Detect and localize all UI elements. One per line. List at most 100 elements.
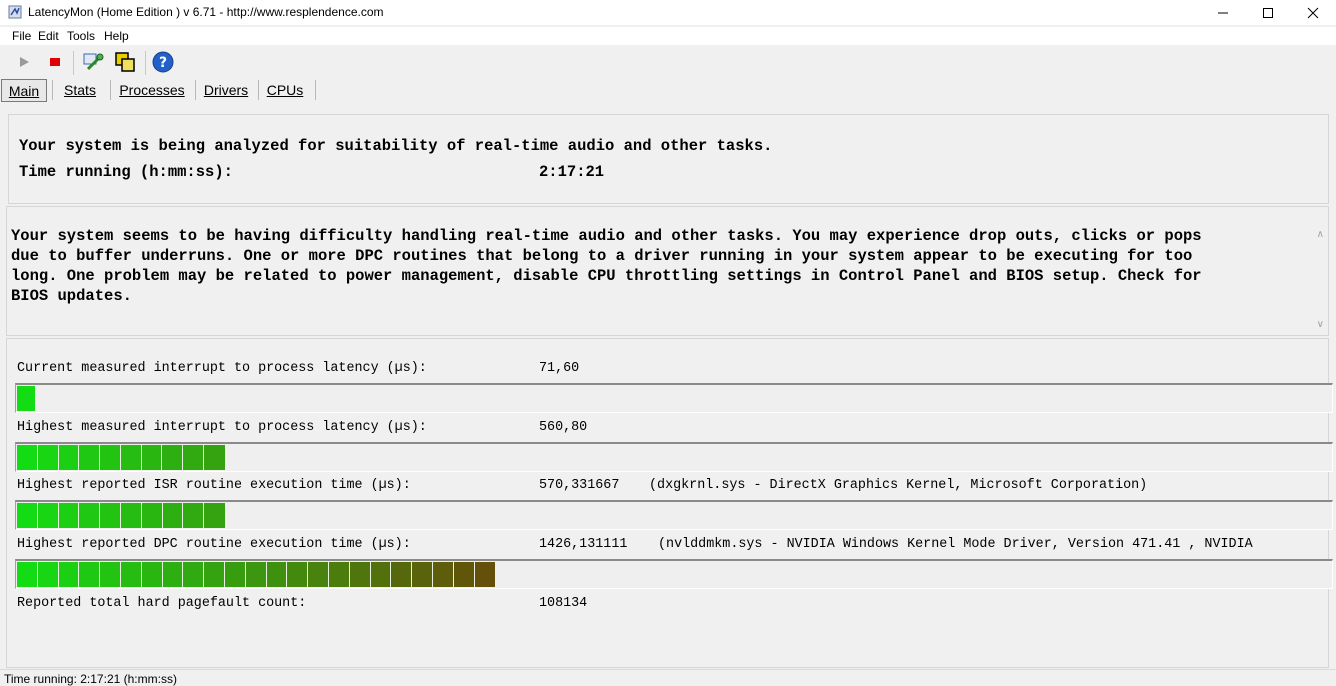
bar-segment — [120, 445, 142, 470]
menu-edit[interactable]: Edit — [38, 29, 59, 43]
window-title: LatencyMon (Home Edition ) v 6.71 - http… — [28, 5, 384, 19]
isr-time-bar — [15, 500, 1333, 530]
bar-segment — [432, 562, 454, 587]
tab-main[interactable]: Main — [1, 79, 47, 102]
bar-segment — [58, 445, 80, 470]
verdict-line-2: due to buffer underruns. One or more DPC… — [11, 247, 1193, 265]
verdict-line-1: Your system seems to be having difficult… — [11, 227, 1202, 245]
verdict-panel: Your system seems to be having difficult… — [6, 206, 1329, 336]
bar-segment — [204, 503, 225, 528]
bar-segment — [100, 503, 121, 528]
start-button[interactable] — [13, 51, 35, 73]
dpc-time-value: 1426,131111 — [539, 537, 628, 552]
dpc-time-bar — [15, 559, 1333, 589]
bar-segment — [120, 503, 142, 528]
bar-segment — [141, 445, 163, 470]
close-icon — [1307, 7, 1319, 18]
current-latency-label: Current measured interrupt to process la… — [17, 361, 427, 376]
close-button[interactable] — [1290, 0, 1336, 25]
bar-segment — [266, 562, 288, 587]
analysis-message: Your system is being analyzed for suitab… — [19, 137, 773, 155]
stop-icon — [50, 58, 60, 66]
bar-segment — [183, 445, 204, 470]
tab-stats[interactable]: Stats — [58, 79, 102, 100]
bar-segment — [203, 445, 225, 470]
bar-segment — [100, 445, 121, 470]
metrics-panel: Current measured interrupt to process la… — [6, 338, 1333, 668]
bar-segment — [58, 562, 80, 587]
bar-segment — [17, 445, 38, 470]
dpc-time-label: Highest reported DPC routine execution t… — [17, 537, 411, 552]
bar-segment — [17, 386, 36, 411]
stop-button[interactable] — [44, 51, 66, 73]
isr-time-label: Highest reported ISR routine execution t… — [17, 478, 411, 493]
bar-segment — [37, 445, 59, 470]
bar-segment — [453, 562, 475, 587]
bar-segment — [79, 503, 101, 528]
scroll-up-icon[interactable]: ∧ — [1317, 229, 1324, 240]
highest-latency-label: Highest measured interrupt to process la… — [17, 420, 427, 435]
status-bar: Time running: 2:17:21 (h:mm:ss) — [0, 669, 1336, 686]
isr-time-value: 570,331667 — [539, 478, 620, 493]
bar-segment — [391, 562, 413, 587]
bar-segment — [287, 562, 309, 587]
bar-segment — [162, 503, 184, 528]
bar-segment — [328, 562, 350, 587]
analysis-panel: Your system is being analyzed for suitab… — [8, 114, 1329, 204]
bar-segment — [245, 562, 267, 587]
pagefault-label: Reported total hard pagefault count: — [17, 596, 307, 611]
highest-latency-bar — [15, 442, 1333, 472]
tab-processes-label: Processes — [119, 81, 185, 98]
current-latency-bar-fill — [17, 386, 36, 411]
isr-time-bar-fill — [17, 503, 235, 528]
bar-segment — [100, 562, 121, 587]
status-text: Time running: 2:17:21 (h:mm:ss) — [4, 672, 177, 686]
tab-cpus[interactable]: CPUs — [264, 79, 306, 100]
verdict-line-4: BIOS updates. — [11, 287, 132, 305]
title-bar: LatencyMon (Home Edition ) v 6.71 - http… — [0, 0, 1336, 25]
time-running-value: 2:17:21 — [539, 163, 605, 181]
help-button[interactable]: ? — [152, 51, 174, 73]
bar-segment — [37, 562, 59, 587]
bar-segment — [349, 562, 371, 587]
bar-segment — [17, 503, 38, 528]
menu-tools[interactable]: Tools — [67, 29, 95, 43]
toolbar: ? — [0, 47, 1336, 77]
tab-cpus-label: CPUs — [266, 81, 304, 98]
bar-segment — [224, 562, 246, 587]
highest-latency-value: 560,80 — [539, 420, 588, 435]
menu-file[interactable]: File — [12, 29, 31, 43]
maximize-button[interactable] — [1245, 0, 1291, 25]
cpu-button[interactable] — [114, 51, 136, 73]
time-running-label: Time running (h:mm:ss): — [19, 163, 233, 181]
driver-tool-button[interactable] — [82, 51, 104, 73]
minimize-button[interactable] — [1200, 0, 1246, 25]
bar-segment — [183, 503, 205, 528]
bar-segment — [141, 562, 163, 587]
bar-segment — [162, 562, 184, 587]
bar-segment — [474, 562, 496, 587]
driver-tool-icon — [83, 53, 104, 71]
highest-latency-bar-fill — [17, 445, 225, 470]
bar-segment — [141, 503, 163, 528]
bar-segment — [17, 562, 38, 587]
bar-segment — [183, 562, 205, 587]
bar-segment — [412, 562, 433, 587]
bar-segment — [79, 562, 101, 587]
tab-stats-label: Stats — [64, 81, 96, 98]
maximize-icon — [1263, 7, 1273, 18]
bar-segment — [308, 562, 329, 587]
scroll-down-icon[interactable]: ∨ — [1317, 319, 1324, 330]
tab-drivers[interactable]: Drivers — [200, 79, 252, 100]
play-icon — [20, 57, 29, 67]
minimize-icon — [1218, 12, 1228, 13]
menu-bar: File Edit Tools Help — [0, 27, 1336, 45]
latencymon-app-icon — [8, 5, 22, 19]
bar-segment — [204, 562, 225, 587]
tab-drivers-label: Drivers — [203, 81, 249, 98]
bar-segment — [370, 562, 392, 587]
tab-processes[interactable]: Processes — [116, 79, 188, 100]
menu-help[interactable]: Help — [104, 29, 129, 43]
help-icon: ? — [152, 51, 174, 73]
bar-segment — [79, 445, 101, 470]
